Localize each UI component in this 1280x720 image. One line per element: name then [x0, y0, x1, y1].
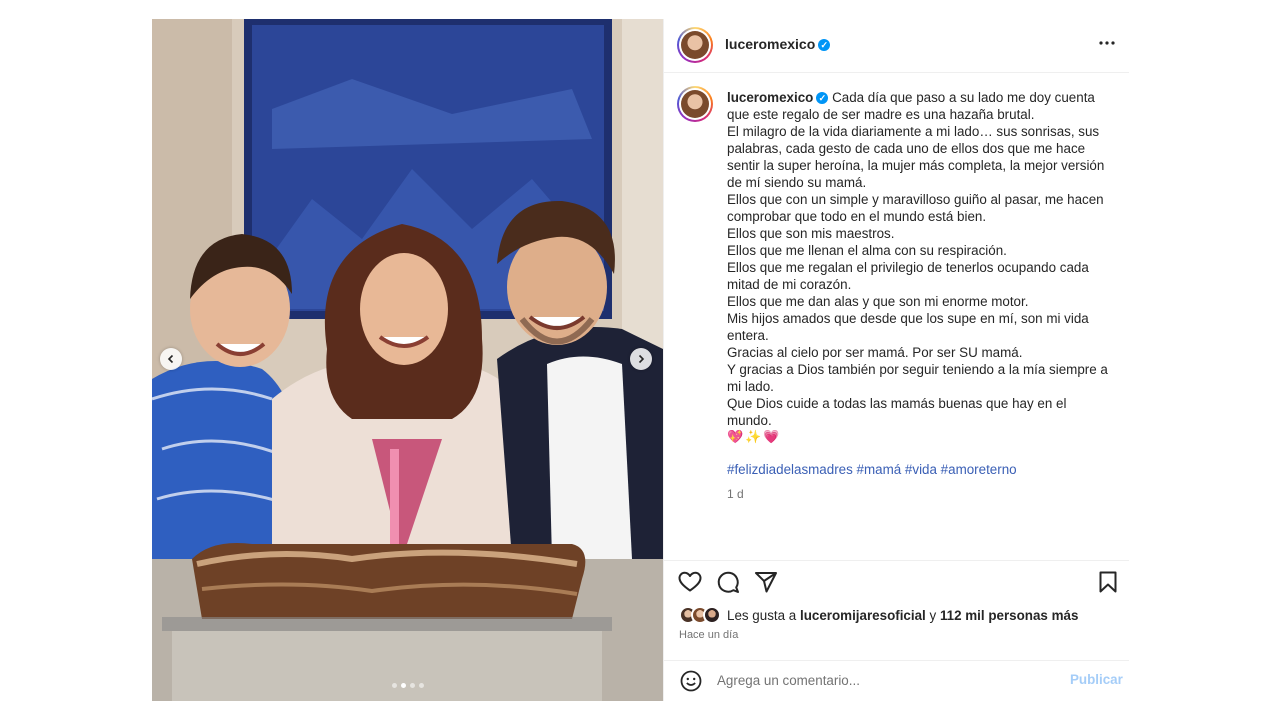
caption-line: Ellos que me dan alas y que son mi enorm…: [727, 294, 1029, 309]
caption-line: Ellos que me regalan el privilegio de te…: [727, 260, 1089, 292]
carousel-prev-button[interactable]: [160, 348, 182, 370]
comment-form: Publicar: [664, 660, 1129, 701]
author-username-text[interactable]: luceromexico: [725, 36, 815, 52]
bookmark-icon[interactable]: [1095, 569, 1121, 595]
publish-button[interactable]: Publicar: [1070, 672, 1123, 687]
caption-line: Que Dios cuide a todas las mamás buenas …: [727, 396, 1067, 428]
hashtag-link[interactable]: #amoreterno: [941, 462, 1017, 477]
caption-line: El milagro de la vida diariamente a mi l…: [727, 124, 1105, 190]
caption-timestamp[interactable]: 1 d: [727, 487, 744, 501]
liker-avatar: [703, 606, 721, 624]
caption-line: Ellos que me llenan el alma con su respi…: [727, 243, 1007, 258]
post-timestamp[interactable]: Hace un día: [679, 629, 738, 641]
caption-line: Y gracias a Dios también por seguir teni…: [727, 362, 1108, 394]
carousel-dot: [400, 683, 406, 688]
more-horizontal-icon[interactable]: [1097, 33, 1117, 53]
carousel-next-button[interactable]: [630, 348, 652, 370]
caption-first-line: luceromexico ✓ Cada día que paso a su lad…: [727, 89, 1112, 123]
author-username[interactable]: luceromexico ✓: [725, 36, 831, 52]
likes-count[interactable]: 112 mil personas más: [940, 608, 1078, 623]
heart-icon[interactable]: [677, 569, 703, 595]
chevron-right-icon: [638, 354, 645, 364]
send-icon[interactable]: [753, 569, 779, 595]
post-media[interactable]: [152, 19, 663, 701]
post-side-panel: luceromexico ✓ luceromexico ✓ Cada día que…: [663, 19, 1129, 701]
carousel-dot: [418, 683, 424, 688]
caption-line: Mis hijos amados que desde que los supe …: [727, 311, 1089, 343]
caption-line: Ellos que con un simple y maravilloso gu…: [727, 192, 1104, 224]
post-caption: luceromexico ✓ Cada día que paso a su lad…: [727, 89, 1112, 429]
hashtag-link[interactable]: #vida: [905, 462, 937, 477]
author-avatar[interactable]: [677, 27, 713, 63]
verified-badge-icon: ✓: [818, 39, 831, 52]
likes-text: Les gusta a luceromijaresoficial y 112 m…: [727, 608, 1078, 623]
chevron-left-icon: [167, 354, 174, 364]
instagram-post: luceromexico ✓ luceromexico ✓ Cada día que…: [152, 19, 1129, 701]
hashtag-link[interactable]: #mamá: [857, 462, 902, 477]
caption-hashtags: #felizdiadelasmadres #mamá #vida #amoret…: [727, 462, 1017, 477]
comments-area[interactable]: luceromexico ✓ Cada día que paso a su lad…: [664, 74, 1129, 560]
caption-line: Ellos que son mis maestros.: [727, 226, 895, 241]
carousel-dot: [409, 683, 415, 688]
post-header: luceromexico ✓: [664, 19, 1129, 73]
post-photo: [152, 19, 663, 701]
carousel-indicator: [152, 683, 663, 688]
caption-emojis: 💖✨💗: [727, 429, 782, 444]
liker-username[interactable]: luceromijaresoficial: [800, 608, 926, 623]
likes-prefix: Les gusta a: [727, 607, 797, 623]
likes-summary[interactable]: Les gusta a luceromijaresoficial y 112 m…: [679, 605, 1078, 625]
likes-connector: y: [929, 607, 937, 623]
hashtag-link[interactable]: #felizdiadelasmadres: [727, 462, 853, 477]
carousel-dot: [391, 683, 397, 688]
caption-author-avatar[interactable]: [677, 86, 713, 122]
comment-icon[interactable]: [715, 569, 741, 595]
comment-input[interactable]: [717, 669, 1047, 691]
smiley-icon[interactable]: [679, 669, 703, 693]
caption-line: Gracias al cielo por ser mamá. Por ser S…: [727, 345, 1023, 360]
caption-username[interactable]: luceromexico ✓: [727, 90, 829, 105]
verified-badge-icon: ✓: [816, 92, 829, 105]
